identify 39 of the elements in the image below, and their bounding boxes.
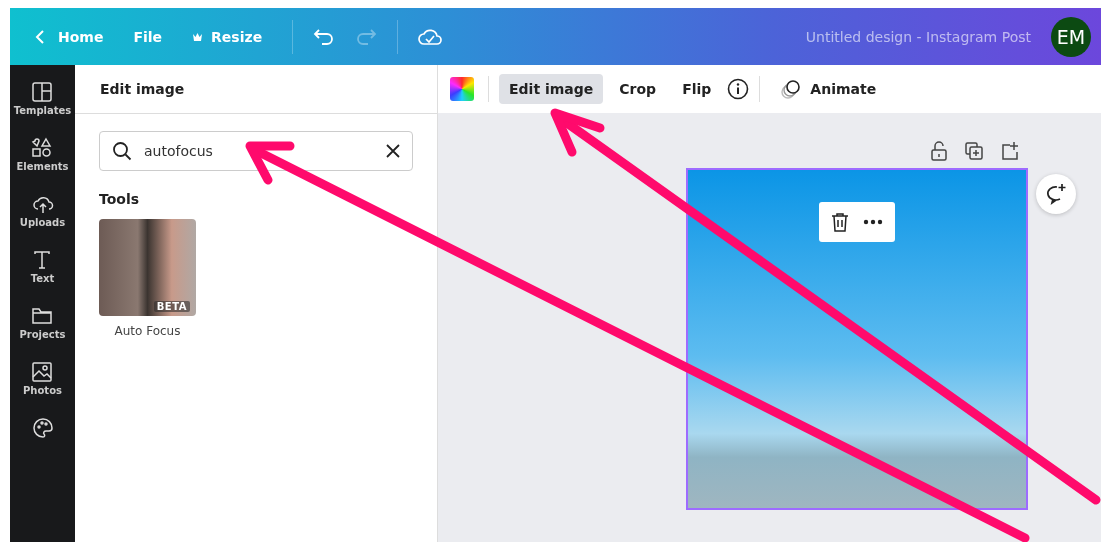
- elements-icon: [31, 137, 54, 159]
- beta-label: BETA: [153, 301, 190, 312]
- stacked-circles-icon: [780, 78, 803, 100]
- info-icon[interactable]: [727, 78, 750, 100]
- color-swatch[interactable]: [450, 77, 474, 101]
- projects-icon: [31, 305, 54, 327]
- document-title: Untitled design - Instagram Post: [805, 28, 1031, 45]
- sidebar-photos-item[interactable]: Photos: [23, 361, 62, 396]
- search-icon: [112, 141, 132, 161]
- tool-label: Auto Focus: [114, 324, 181, 338]
- comment-plus-icon: [1044, 182, 1068, 206]
- tool-thumbnail[interactable]: BETA: [99, 219, 196, 316]
- duplicate-icon[interactable]: [964, 141, 984, 161]
- panel-title: Edit image: [100, 81, 185, 97]
- photo-placeholder[interactable]: [688, 170, 1026, 508]
- sidebar-elements-item[interactable]: Elements: [16, 137, 69, 172]
- templates-icon: [31, 81, 54, 103]
- palette-icon: [31, 417, 54, 439]
- toolbar-button[interactable]: Crop: [609, 74, 667, 104]
- search-field[interactable]: autofocus: [99, 131, 413, 171]
- sidebar-palette-item[interactable]: [31, 417, 54, 439]
- unlock-icon[interactable]: [930, 141, 948, 161]
- add-page-icon[interactable]: [1000, 141, 1020, 161]
- section-heading: Tools: [99, 191, 141, 207]
- animate-button[interactable]: Animate: [770, 71, 887, 107]
- user-avatar[interactable]: EM: [1051, 16, 1091, 57]
- sidebar-uploads-item[interactable]: Uploads: [19, 193, 66, 228]
- trash-icon[interactable]: [831, 212, 849, 232]
- more-icon[interactable]: [863, 219, 883, 225]
- toolbar-button[interactable]: Edit image: [499, 74, 604, 104]
- sidebar-templates-item[interactable]: Templates: [13, 81, 72, 116]
- toolbar-button[interactable]: Flip: [672, 74, 722, 104]
- crown-icon: [192, 31, 204, 42]
- sidebar-text-item[interactable]: Text: [30, 249, 55, 284]
- add-comment-button[interactable]: [1036, 174, 1076, 214]
- close-icon[interactable]: [386, 144, 400, 158]
- sidebar-projects-item[interactable]: Projects: [19, 305, 66, 340]
- back-chevron-icon: [34, 28, 46, 45]
- photos-icon: [31, 361, 54, 383]
